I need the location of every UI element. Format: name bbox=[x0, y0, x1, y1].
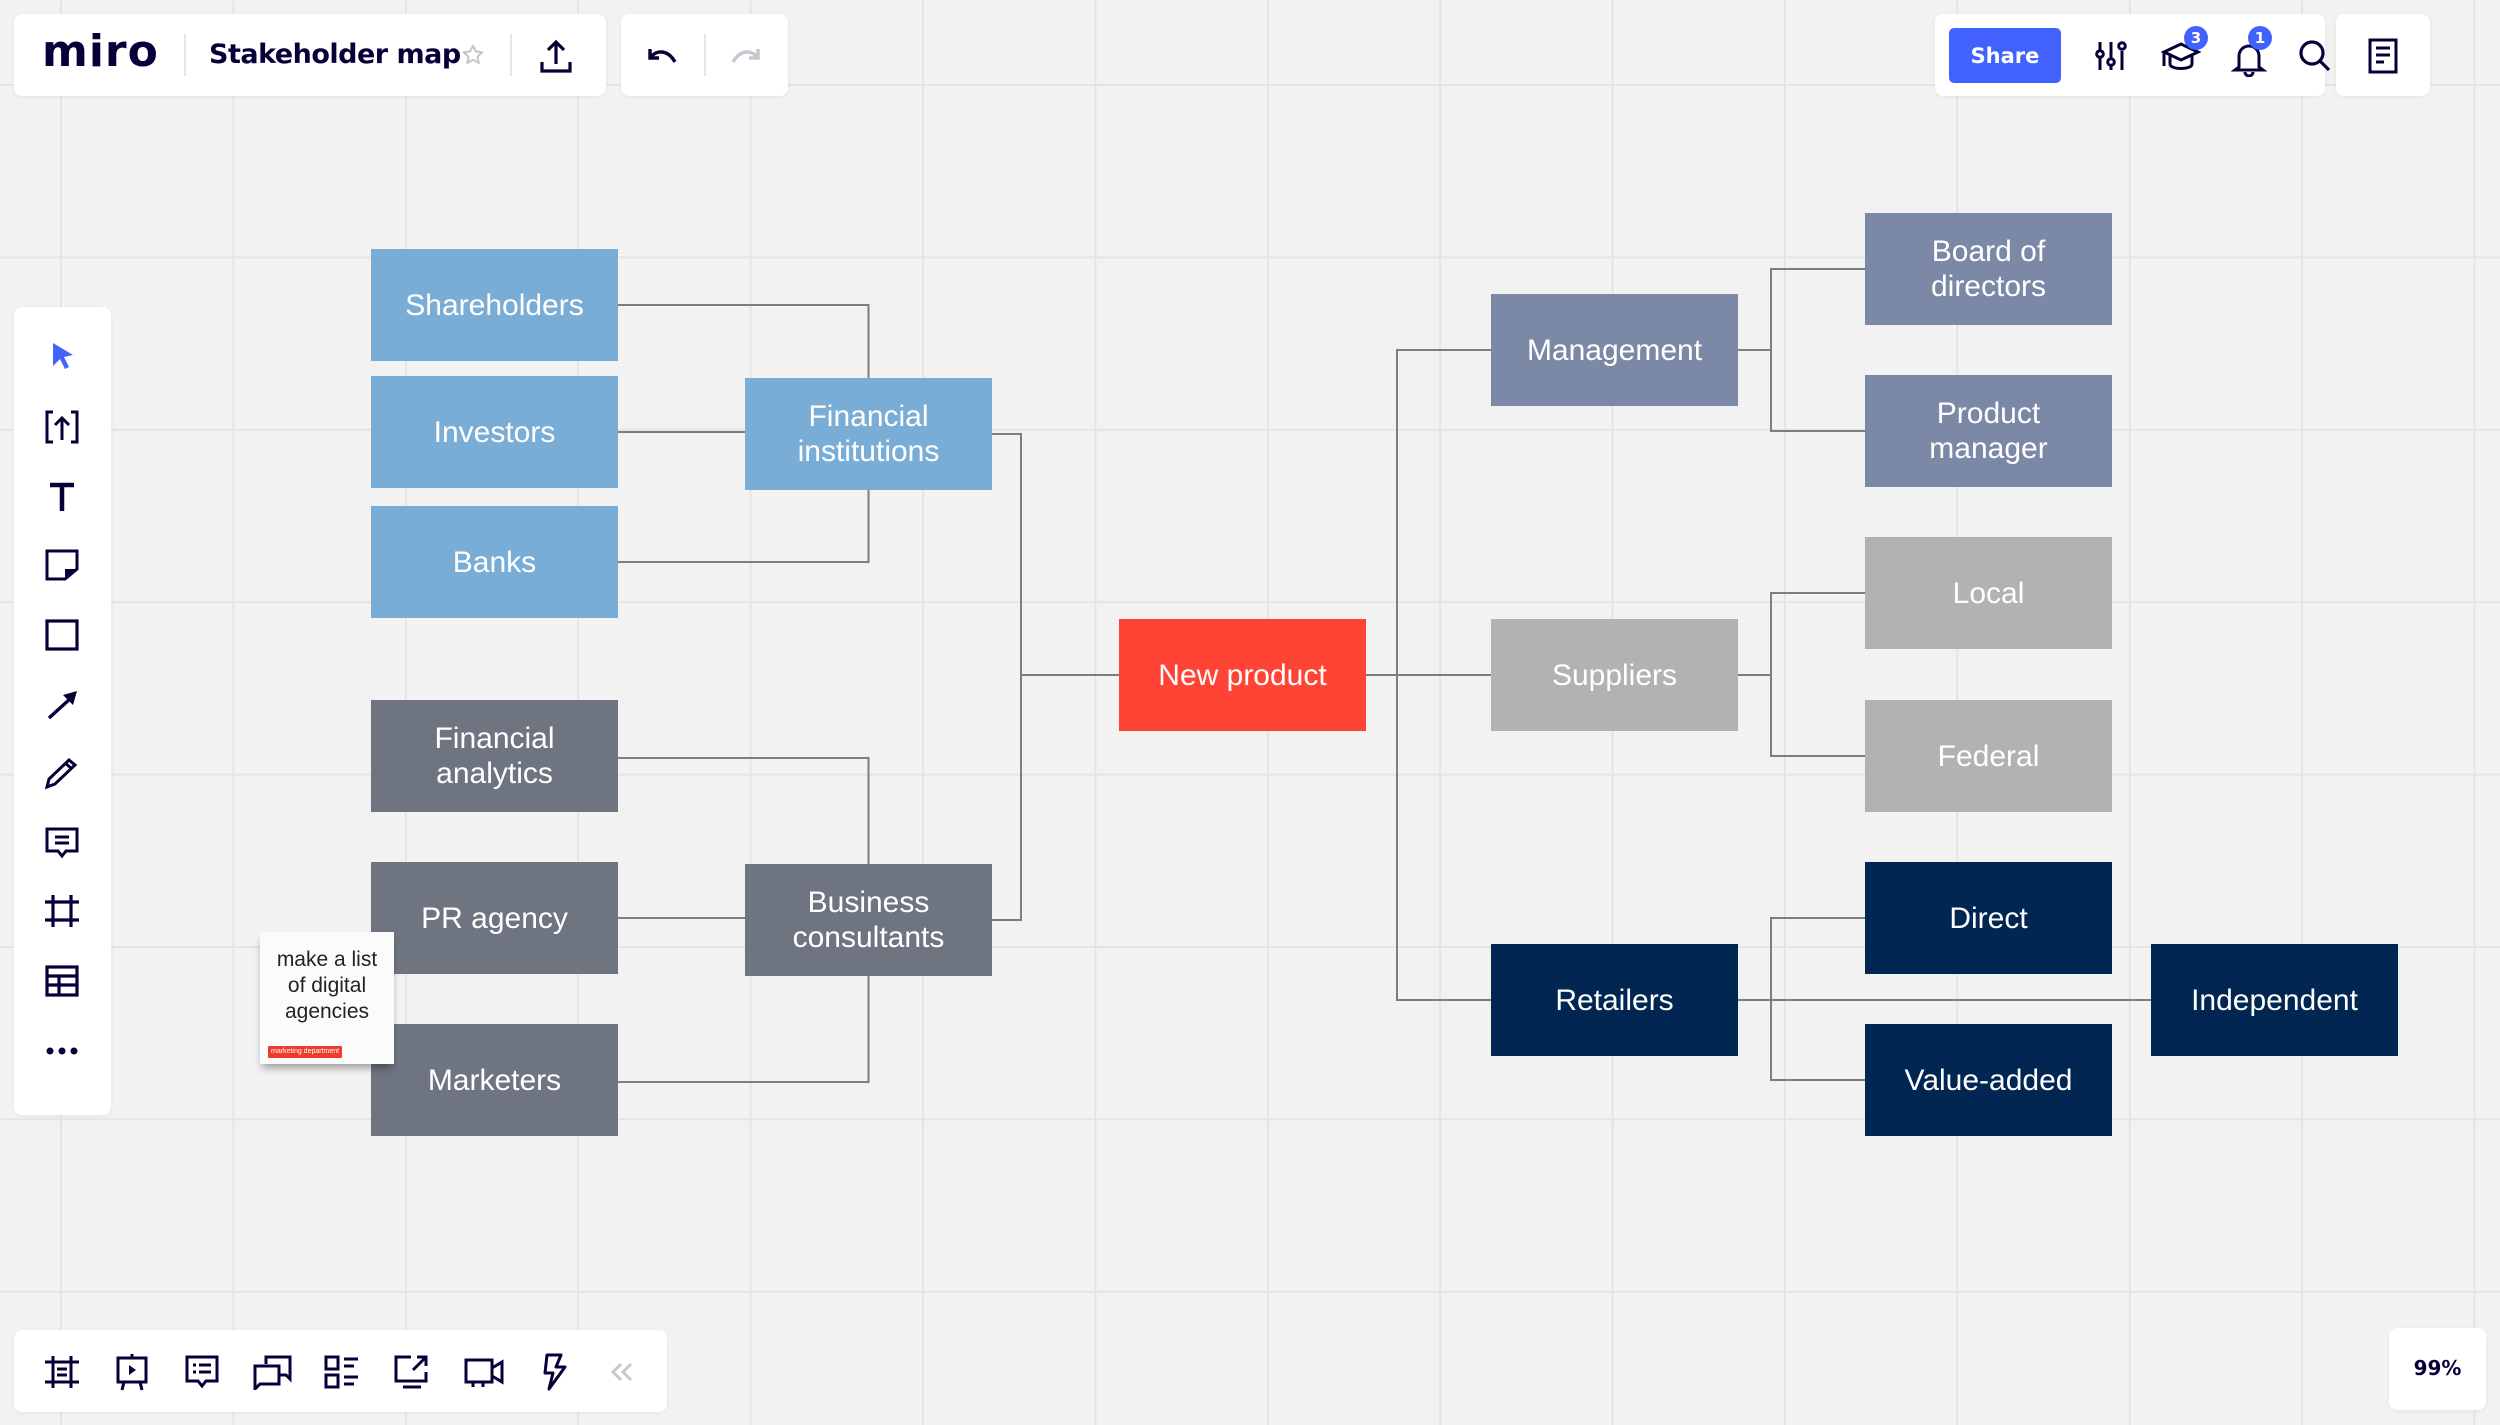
node-direct[interactable]: Direct bbox=[1865, 862, 2112, 974]
connector-new-product-to-retailers[interactable] bbox=[1366, 674, 1491, 1001]
node-financial-institutions[interactable]: Financial institutions bbox=[745, 378, 992, 490]
zoom-indicator[interactable]: 99% bbox=[2389, 1328, 2486, 1410]
node-label: Direct bbox=[1949, 901, 2028, 935]
board-canvas[interactable]: Shareholders Investors Banks Financial inst… bbox=[0, 0, 2500, 1425]
more-icon[interactable] bbox=[40, 1029, 84, 1073]
node-label: PR agency bbox=[421, 901, 568, 935]
node-shareholders[interactable]: Shareholders bbox=[371, 249, 618, 361]
divider bbox=[704, 34, 706, 76]
connector-suppliers-to-local[interactable] bbox=[1738, 592, 1865, 676]
node-investors[interactable]: Investors bbox=[371, 376, 618, 488]
bottom-toolbar bbox=[14, 1330, 667, 1412]
upload-icon[interactable] bbox=[534, 34, 578, 78]
connector-banks-to-financial-institutions[interactable] bbox=[618, 490, 870, 563]
connector-financial-analytics-to-business-consultants[interactable] bbox=[618, 757, 870, 864]
node-financial-analytics[interactable]: Financial analytics bbox=[371, 700, 618, 812]
node-value-added[interactable]: Value-added bbox=[1865, 1024, 2112, 1136]
node-pr-agency[interactable]: PR agency bbox=[371, 862, 618, 974]
board-title[interactable]: Stakeholder map bbox=[209, 39, 461, 70]
node-banks[interactable]: Banks bbox=[371, 506, 618, 618]
zoom-level: 99% bbox=[2413, 1356, 2462, 1380]
redo-icon[interactable] bbox=[725, 36, 765, 76]
table-icon[interactable] bbox=[40, 959, 84, 1003]
connector-retailers-to-direct[interactable] bbox=[1738, 917, 1865, 1001]
node-business-consultants[interactable]: Business consultants bbox=[745, 864, 992, 976]
node-label: Marketers bbox=[427, 1063, 562, 1097]
frames-list-icon[interactable] bbox=[40, 1350, 84, 1394]
node-management[interactable]: Management bbox=[1491, 294, 1738, 406]
learning-badge: 3 bbox=[2184, 26, 2208, 50]
node-retailers[interactable]: Retailers bbox=[1491, 944, 1738, 1056]
board-header-panel: miro Stakeholder map bbox=[14, 14, 606, 96]
node-label: Federal bbox=[1937, 739, 2040, 773]
upload-frame-icon[interactable] bbox=[40, 405, 84, 449]
node-label: New product bbox=[1158, 658, 1327, 692]
node-label: Suppliers bbox=[1551, 658, 1678, 692]
sticky-note[interactable]: make a list of digital agencies marketin… bbox=[260, 932, 394, 1064]
node-label: Investors bbox=[433, 415, 556, 449]
board-menu-panel bbox=[2336, 14, 2430, 96]
comments-list-icon[interactable] bbox=[180, 1350, 224, 1394]
star-icon[interactable] bbox=[458, 40, 488, 70]
node-label: Financial institutions bbox=[797, 400, 940, 468]
node-label: Local bbox=[1952, 576, 2025, 610]
cursor-icon[interactable] bbox=[40, 335, 84, 379]
text-icon[interactable] bbox=[40, 475, 84, 519]
node-new-product[interactable]: New product bbox=[1119, 619, 1366, 731]
presentation-icon[interactable] bbox=[110, 1350, 154, 1394]
sliders-icon[interactable] bbox=[2091, 36, 2131, 76]
divider bbox=[184, 34, 186, 76]
sticky-note-tag[interactable]: marketing department bbox=[268, 1046, 343, 1058]
node-label: Business consultants bbox=[792, 886, 945, 954]
search-icon[interactable] bbox=[2295, 36, 2335, 76]
comment-icon[interactable] bbox=[40, 821, 84, 865]
chat-icon[interactable] bbox=[250, 1350, 294, 1394]
connector-shareholders-to-financial-institutions[interactable] bbox=[618, 304, 870, 378]
document-icon[interactable] bbox=[2361, 36, 2405, 76]
pencil-icon[interactable] bbox=[40, 751, 84, 795]
node-product-manager[interactable]: Product manager bbox=[1865, 375, 2112, 487]
video-icon[interactable] bbox=[460, 1350, 508, 1394]
sticky-note-text: make a list of digital agencies bbox=[276, 948, 378, 1023]
node-label: Board of directors bbox=[1930, 235, 2047, 303]
node-label: Financial analytics bbox=[434, 722, 555, 790]
node-label: Retailers bbox=[1555, 983, 1674, 1017]
screen-share-icon[interactable] bbox=[390, 1350, 434, 1394]
frame-icon[interactable] bbox=[40, 889, 84, 933]
node-label: Product manager bbox=[1929, 397, 2048, 465]
node-label: Management bbox=[1526, 333, 1703, 367]
connector-suppliers-to-federal[interactable] bbox=[1738, 674, 1865, 757]
cards-icon[interactable] bbox=[320, 1350, 364, 1394]
node-independent[interactable]: Independent bbox=[2151, 944, 2398, 1056]
connector-retailers-to-value-added[interactable] bbox=[1738, 999, 1865, 1081]
connector-marketers-to-business-consultants[interactable] bbox=[618, 976, 870, 1083]
node-marketers[interactable]: Marketers bbox=[371, 1024, 618, 1136]
divider bbox=[510, 34, 512, 76]
node-board-of-directors[interactable]: Board of directors bbox=[1865, 213, 2112, 325]
double-chevron-left-icon[interactable] bbox=[600, 1350, 644, 1394]
notifications-badge: 1 bbox=[2248, 26, 2272, 50]
rectangle-icon[interactable] bbox=[40, 613, 84, 657]
connector-management-to-product-manager[interactable] bbox=[1738, 349, 1865, 432]
undo-icon[interactable] bbox=[643, 36, 683, 76]
node-suppliers[interactable]: Suppliers bbox=[1491, 619, 1738, 731]
collaboration-panel: Share 3 1 bbox=[1935, 14, 2331, 96]
node-label: Independent bbox=[2191, 983, 2358, 1017]
arrow-icon[interactable] bbox=[40, 683, 84, 727]
node-label: Banks bbox=[452, 545, 537, 579]
share-button[interactable]: Share bbox=[1949, 28, 2061, 83]
sticky-note-icon[interactable] bbox=[40, 543, 84, 587]
connector-new-product-to-management[interactable] bbox=[1366, 349, 1491, 676]
node-label: Shareholders bbox=[405, 288, 584, 322]
lightning-icon[interactable] bbox=[532, 1350, 576, 1394]
node-local[interactable]: Local bbox=[1865, 537, 2112, 649]
node-label: Value-added bbox=[1904, 1063, 2073, 1097]
connector-business-consultants-to-new-product[interactable] bbox=[992, 675, 1022, 921]
undo-redo-panel bbox=[621, 14, 788, 96]
miro-logo[interactable]: miro bbox=[42, 26, 159, 77]
node-federal[interactable]: Federal bbox=[1865, 700, 2112, 812]
connector-management-to-board-of-directors[interactable] bbox=[1738, 268, 1865, 351]
connector-financial-institutions-to-new-product[interactable] bbox=[992, 433, 1119, 676]
left-toolbar bbox=[14, 307, 111, 1115]
